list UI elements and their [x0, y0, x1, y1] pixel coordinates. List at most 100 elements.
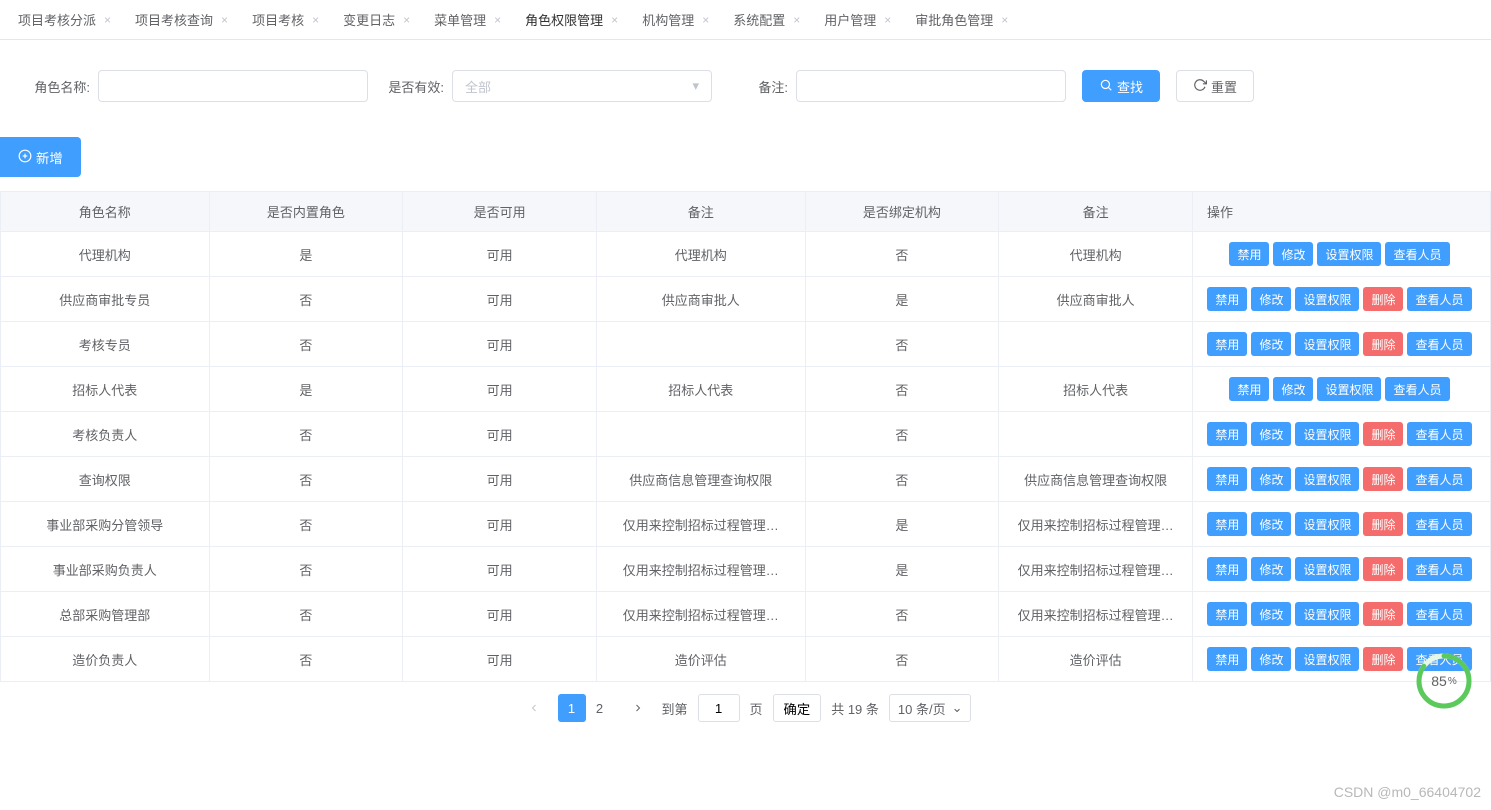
cell-name: 事业部采购负责人 [1, 547, 210, 592]
delete-button[interactable]: 删除 [1363, 287, 1403, 311]
page-size-select[interactable]: 10 条/页 ⌄ [889, 694, 972, 722]
cell-bound: 否 [805, 412, 999, 457]
toolbar: 新增 [0, 132, 1491, 191]
tab-0[interactable]: 项目考核分派× [6, 0, 123, 40]
close-icon[interactable]: × [611, 13, 618, 27]
set-permission-button[interactable]: 设置权限 [1317, 377, 1381, 401]
next-page-button[interactable] [624, 694, 652, 722]
delete-button[interactable]: 删除 [1363, 422, 1403, 446]
tab-4[interactable]: 菜单管理× [422, 0, 513, 40]
cell-builtin: 否 [209, 502, 403, 547]
view-members-button[interactable]: 查看人员 [1407, 512, 1471, 536]
cell-name: 招标人代表 [1, 367, 210, 412]
edit-button[interactable]: 修改 [1273, 377, 1313, 401]
disable-button[interactable]: 禁用 [1229, 377, 1269, 401]
disable-button[interactable]: 禁用 [1207, 602, 1247, 626]
set-permission-button[interactable]: 设置权限 [1295, 332, 1359, 356]
page-number-2[interactable]: 2 [586, 694, 614, 722]
tab-1[interactable]: 项目考核查询× [123, 0, 240, 40]
edit-button[interactable]: 修改 [1251, 557, 1291, 581]
disable-button[interactable]: 禁用 [1229, 242, 1269, 266]
set-permission-button[interactable]: 设置权限 [1317, 242, 1381, 266]
chevron-down-icon: ⌄ [952, 700, 963, 716]
edit-button[interactable]: 修改 [1251, 287, 1291, 311]
set-permission-button[interactable]: 设置权限 [1295, 467, 1359, 491]
edit-button[interactable]: 修改 [1273, 242, 1313, 266]
delete-button[interactable]: 删除 [1363, 467, 1403, 491]
edit-button[interactable]: 修改 [1251, 467, 1291, 491]
view-members-button[interactable]: 查看人员 [1407, 557, 1471, 581]
close-icon[interactable]: × [702, 13, 709, 27]
search-button[interactable]: 查找 [1082, 70, 1160, 102]
edit-button[interactable]: 修改 [1251, 422, 1291, 446]
tab-2[interactable]: 项目考核× [240, 0, 331, 40]
page-number-1[interactable]: 1 [558, 694, 586, 722]
close-icon[interactable]: × [884, 13, 891, 27]
tab-9[interactable]: 审批角色管理× [903, 0, 1020, 40]
disable-button[interactable]: 禁用 [1207, 467, 1247, 491]
edit-button[interactable]: 修改 [1251, 602, 1291, 626]
valid-select[interactable]: 全部 ▾ [452, 70, 712, 102]
view-members-button[interactable]: 查看人员 [1385, 377, 1449, 401]
view-members-button[interactable]: 查看人员 [1407, 467, 1471, 491]
view-members-button[interactable]: 查看人员 [1385, 242, 1449, 266]
cell-builtin: 是 [209, 232, 403, 277]
close-icon[interactable]: × [494, 13, 501, 27]
prev-page-button[interactable] [520, 694, 548, 722]
filter-bar: 角色名称: 是否有效: 全部 ▾ 备注: 查找 重置 [0, 40, 1491, 132]
cell-remark2: 代理机构 [999, 232, 1193, 277]
tab-7[interactable]: 系统配置× [721, 0, 812, 40]
set-permission-button[interactable]: 设置权限 [1295, 287, 1359, 311]
edit-button[interactable]: 修改 [1251, 647, 1291, 671]
close-icon[interactable]: × [104, 13, 111, 27]
goto-label: 到第 [662, 699, 688, 718]
close-icon[interactable]: × [312, 13, 319, 27]
disable-button[interactable]: 禁用 [1207, 557, 1247, 581]
delete-button[interactable]: 删除 [1363, 602, 1403, 626]
cell-bound: 是 [805, 277, 999, 322]
tab-6[interactable]: 机构管理× [630, 0, 721, 40]
set-permission-button[interactable]: 设置权限 [1295, 557, 1359, 581]
tab-5[interactable]: 角色权限管理× [513, 0, 630, 40]
delete-button[interactable]: 删除 [1363, 512, 1403, 536]
goto-page-input[interactable] [698, 694, 740, 722]
cell-ops: 禁用修改设置权限删除查看人员 [1192, 547, 1490, 592]
tab-8[interactable]: 用户管理× [812, 0, 903, 40]
tab-3[interactable]: 变更日志× [331, 0, 422, 40]
close-icon[interactable]: × [793, 13, 800, 27]
edit-button[interactable]: 修改 [1251, 332, 1291, 356]
cell-remark1: 代理机构 [596, 232, 805, 277]
close-icon[interactable]: × [403, 13, 410, 27]
disable-button[interactable]: 禁用 [1207, 332, 1247, 356]
delete-button[interactable]: 删除 [1363, 332, 1403, 356]
set-permission-button[interactable]: 设置权限 [1295, 647, 1359, 671]
disable-button[interactable]: 禁用 [1207, 287, 1247, 311]
disable-button[interactable]: 禁用 [1207, 422, 1247, 446]
disable-button[interactable]: 禁用 [1207, 647, 1247, 671]
view-members-button[interactable]: 查看人员 [1407, 332, 1471, 356]
view-members-button[interactable]: 查看人员 [1407, 422, 1471, 446]
disable-button[interactable]: 禁用 [1207, 512, 1247, 536]
set-permission-button[interactable]: 设置权限 [1295, 602, 1359, 626]
progress-ring: 85% [1415, 652, 1473, 710]
close-icon[interactable]: × [221, 13, 228, 27]
table-row: 招标人代表是可用招标人代表否招标人代表禁用修改设置权限查看人员 [1, 367, 1491, 412]
role-name-input[interactable] [98, 70, 368, 102]
set-permission-button[interactable]: 设置权限 [1295, 512, 1359, 536]
cell-bound: 否 [805, 232, 999, 277]
add-button[interactable]: 新增 [0, 137, 81, 177]
cell-remark1: 招标人代表 [596, 367, 805, 412]
valid-placeholder: 全部 [465, 77, 491, 96]
set-permission-button[interactable]: 设置权限 [1295, 422, 1359, 446]
cell-usable: 可用 [403, 367, 597, 412]
view-members-button[interactable]: 查看人员 [1407, 602, 1471, 626]
delete-button[interactable]: 删除 [1363, 647, 1403, 671]
view-members-button[interactable]: 查看人员 [1407, 287, 1471, 311]
reset-button[interactable]: 重置 [1176, 70, 1254, 102]
remark-input[interactable] [796, 70, 1066, 102]
goto-confirm-button[interactable]: 确定 [773, 694, 822, 722]
close-icon[interactable]: × [1001, 13, 1008, 27]
edit-button[interactable]: 修改 [1251, 512, 1291, 536]
delete-button[interactable]: 删除 [1363, 557, 1403, 581]
progress-text: 85% [1415, 652, 1473, 710]
